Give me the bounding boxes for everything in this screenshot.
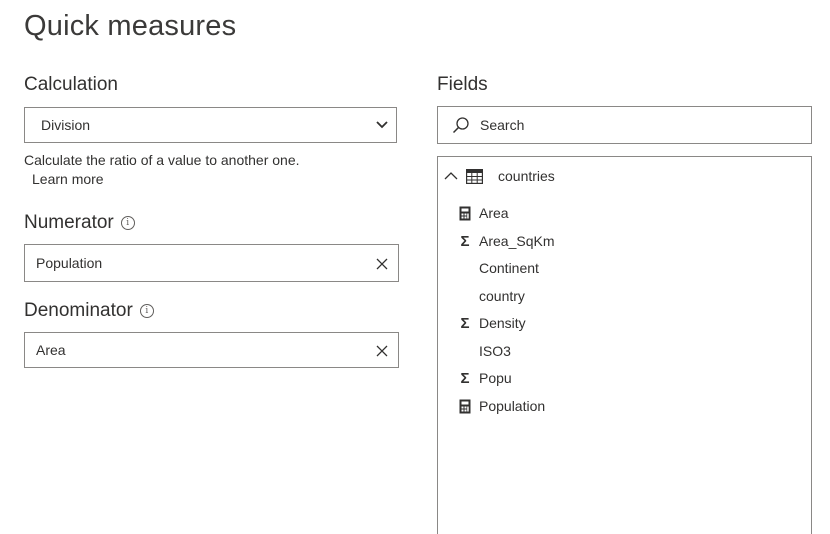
chevron-up-icon[interactable] — [444, 171, 458, 181]
numerator-heading: Numerator i — [24, 212, 135, 234]
calculation-label: Calculation — [24, 74, 118, 95]
field-item[interactable]: Σ Area_SqKm — [457, 231, 554, 251]
close-icon[interactable] — [376, 344, 388, 360]
denominator-label: Denominator — [24, 300, 133, 321]
field-label: ISO3 — [479, 343, 511, 359]
numerator-label: Numerator — [24, 212, 114, 233]
field-label: Popu — [479, 370, 512, 386]
fields-label: Fields — [437, 74, 488, 95]
search-placeholder: Search — [480, 117, 525, 133]
search-icon — [452, 116, 470, 134]
field-item[interactable]: ISO3 — [457, 341, 511, 361]
field-label: Area_SqKm — [479, 233, 555, 249]
table-countries-header[interactable]: countries — [444, 167, 555, 185]
sigma-icon: Σ — [460, 314, 470, 332]
sigma-icon: Σ — [460, 232, 470, 250]
denominator-value: Area — [36, 342, 66, 358]
field-item[interactable]: Population — [457, 396, 545, 416]
close-icon[interactable] — [376, 257, 388, 273]
search-input[interactable]: Search — [437, 106, 812, 144]
denominator-field[interactable]: Area — [24, 332, 399, 368]
calculation-dropdown[interactable]: Division — [24, 107, 397, 143]
numerator-value: Population — [36, 255, 103, 271]
field-label: country — [479, 288, 525, 304]
field-item[interactable]: Area — [457, 203, 509, 223]
calculator-icon — [457, 398, 473, 414]
field-label: Density — [479, 315, 526, 331]
table-name: countries — [498, 168, 555, 184]
field-label: Continent — [479, 260, 539, 276]
field-item[interactable]: Continent — [457, 258, 539, 278]
chevron-down-icon — [374, 116, 390, 135]
field-item[interactable]: Σ Popu — [457, 368, 512, 388]
field-item[interactable]: Σ Density — [457, 313, 526, 333]
learn-more-link[interactable]: Learn more — [32, 171, 104, 187]
denominator-heading: Denominator i — [24, 300, 154, 322]
page-title: Quick measures — [24, 10, 237, 42]
sigma-icon: Σ — [460, 369, 470, 387]
field-label: Area — [479, 205, 509, 221]
info-icon[interactable]: i — [139, 304, 154, 318]
calculator-icon — [457, 205, 473, 221]
numerator-field[interactable]: Population — [24, 244, 399, 282]
field-label: Population — [479, 398, 546, 414]
table-icon — [466, 168, 483, 184]
calculation-selected-value: Division — [41, 117, 91, 133]
info-icon[interactable]: i — [120, 216, 135, 230]
field-item[interactable]: country — [457, 286, 525, 306]
calculation-description: Calculate the ratio of a value to anothe… — [24, 152, 300, 168]
